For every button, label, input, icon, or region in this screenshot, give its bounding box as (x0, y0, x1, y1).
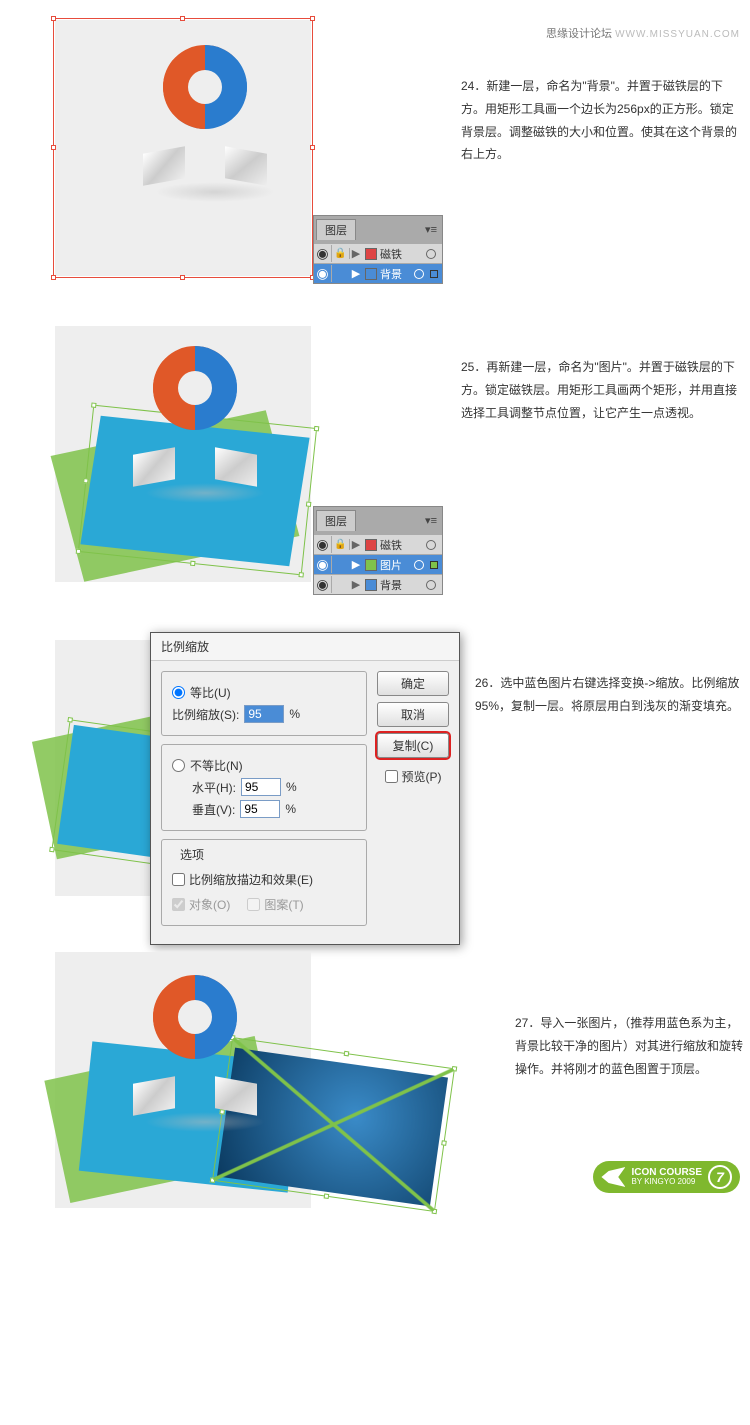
preview-27 (55, 952, 455, 1208)
layers-panel-24[interactable]: 图层 ▾≡ ◉ 🔒 ▶ 磁铁 ◉ ▶ 背景 (313, 215, 443, 284)
cancel-button[interactable]: 取消 (377, 702, 449, 727)
preview-26: 比例缩放 等比(U) 比例缩放(S):% 不等比(N) 水平(H):% 垂直(V… (55, 632, 460, 902)
nonuniform-radio[interactable]: 不等比(N) (172, 757, 356, 774)
page-number: 7 (708, 1165, 732, 1189)
layer-image[interactable]: ◉▶ 图片 (314, 554, 442, 574)
bird-icon (601, 1167, 625, 1187)
layer-label: 背景 (380, 266, 402, 282)
step-25-text: 25．再新建一层，命名为"图片"。并置于磁铁层的下方。锁定磁铁层。用矩形工具画两… (461, 356, 741, 424)
layer-magnet[interactable]: ◉ 🔒 ▶ 磁铁 (314, 243, 442, 263)
preview-check[interactable]: 预览(P) (385, 768, 442, 785)
uniform-radio[interactable]: 等比(U) (172, 684, 356, 701)
preview-25: 图层 ▾≡ ◉🔒▶ 磁铁 ◉▶ 图片 ◉▶ 背景 (55, 326, 311, 582)
step-24: 图层 ▾≡ ◉ 🔒 ▶ 磁铁 ◉ ▶ 背景 24．新建一层，命 (55, 20, 750, 276)
header-en: WWW.MISSYUAN.COM (615, 29, 740, 40)
step-25: 图层 ▾≡ ◉🔒▶ 磁铁 ◉▶ 图片 ◉▶ 背景 25．再新建一层，命名为"图片… (55, 326, 750, 582)
panel-menu-icon[interactable]: ▾≡ (425, 514, 437, 527)
layer-background[interactable]: ◉ ▶ 背景 (314, 263, 442, 283)
tab-layers[interactable]: 图层 (316, 219, 356, 240)
magnet-icon (125, 970, 265, 1140)
step-26: 比例缩放 等比(U) 比例缩放(S):% 不等比(N) 水平(H):% 垂直(V… (55, 632, 750, 902)
ok-button[interactable]: 确定 (377, 671, 449, 696)
magnet-icon (135, 40, 275, 210)
layer-label: 磁铁 (380, 246, 402, 262)
layers-tab: 图层 ▾≡ (314, 216, 442, 243)
lock-icon[interactable]: 🔒 (332, 248, 350, 259)
step-26-text: 26．选中蓝色图片右键选择变换->缩放。比例缩放95%，复制一层。将原层用白到浅… (475, 672, 750, 718)
layer-magnet[interactable]: ◉🔒▶ 磁铁 (314, 534, 442, 554)
footer-sub: BY KINGYO 2009 (631, 1178, 702, 1187)
scale-dialog[interactable]: 比例缩放 等比(U) 比例缩放(S):% 不等比(N) 水平(H):% 垂直(V… (150, 632, 460, 945)
patterns-check: 图案(T) (247, 896, 303, 913)
preview-24: 图层 ▾≡ ◉ 🔒 ▶ 磁铁 ◉ ▶ 背景 (55, 20, 311, 276)
visibility-icon[interactable]: ◉ (314, 265, 332, 282)
step-27-text: 27．导入一张图片，（推荐用蓝色系为主，背景比较干净的图片）对其进行缩放和旋转操… (515, 1012, 750, 1080)
layer-background[interactable]: ◉▶ 背景 (314, 574, 442, 594)
tab-layers[interactable]: 图层 (316, 510, 356, 531)
scale-input[interactable] (244, 705, 284, 723)
scale-strokes-check[interactable]: 比例缩放描边和效果(E) (172, 871, 356, 888)
visibility-icon[interactable]: ◉ (314, 245, 332, 262)
horiz-input[interactable] (241, 778, 281, 796)
objects-check: 对象(O) (172, 896, 230, 913)
page-header: 思缘设计论坛 WWW.MISSYUAN.COM (546, 25, 740, 41)
step-24-text: 24．新建一层，命名为"背景"。并置于磁铁层的下方。用矩形工具画一个边长为256… (461, 75, 741, 166)
vert-input[interactable] (240, 800, 280, 818)
layers-panel-25[interactable]: 图层 ▾≡ ◉🔒▶ 磁铁 ◉▶ 图片 ◉▶ 背景 (313, 506, 443, 595)
header-cn: 思缘设计论坛 (546, 28, 612, 40)
footer-badge: ICON COURSE BY KINGYO 2009 7 (593, 1161, 740, 1193)
dialog-title: 比例缩放 (151, 633, 459, 661)
magnet-icon (125, 341, 265, 511)
copy-button[interactable]: 复制(C) (377, 733, 449, 758)
panel-menu-icon[interactable]: ▾≡ (425, 223, 437, 236)
